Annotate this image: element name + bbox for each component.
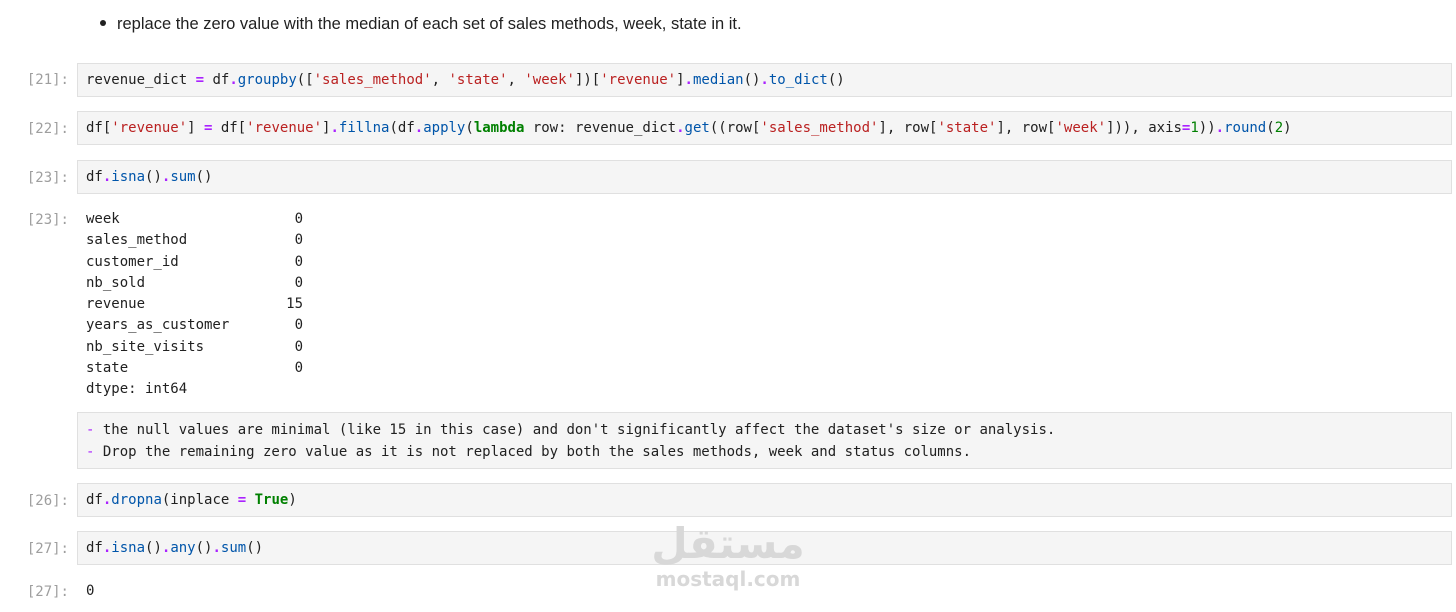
- output-row: week 0: [86, 211, 303, 227]
- cell-prompt-22: [22]:: [26, 121, 69, 137]
- cell-prompt-26: [26]:: [26, 493, 69, 509]
- output-prompt-23: [23]:: [26, 212, 69, 228]
- output-row: state 0: [86, 360, 303, 377]
- cell-prompt-23: [23]:: [26, 170, 69, 186]
- watermark-logo: مستقل mostaql.com: [648, 519, 808, 591]
- note-cell[interactable]: - the null values are minimal (like 15 i…: [77, 412, 1452, 469]
- output-row: nb_site_visits 0: [86, 338, 303, 355]
- bullet-dot: [100, 20, 106, 26]
- markdown-bullet: replace the zero value with the median o…: [100, 15, 742, 34]
- note-line-2: - Drop the remaining zero value as it is…: [86, 444, 972, 460]
- watermark-arabic: مستقل: [651, 519, 805, 568]
- output-row: customer_id 0: [86, 253, 303, 270]
- bullet-text: replace the zero value with the median o…: [117, 15, 742, 33]
- output-row: sales_method 0: [86, 232, 303, 249]
- cell-prompt-21: [21]:: [26, 72, 69, 88]
- output-row: revenue 15: [86, 296, 303, 313]
- output-27: 0: [86, 583, 95, 599]
- code-cell-21[interactable]: revenue_dict = df.groupby(['sales_method…: [77, 63, 1452, 97]
- output-23: week 0 sales_method 0 customer_id 0 nb_sold 0re…: [86, 209, 303, 401]
- output-prompt-27: [27]:: [26, 584, 69, 600]
- code-cell-26[interactable]: df.dropna(inplace = True): [77, 483, 1452, 517]
- output-dtype: dtype: int64: [86, 381, 188, 398]
- code-cell-22[interactable]: df['revenue'] = df['revenue'].fillna(df.…: [77, 111, 1452, 145]
- watermark-latin: mostaql.com: [655, 567, 801, 591]
- code-cell-23[interactable]: df.isna().sum(): [77, 160, 1452, 194]
- note-line-1: - the null values are minimal (like 15 i…: [86, 422, 1056, 438]
- cell-prompt-27: [27]:: [26, 541, 69, 557]
- output-row: years_as_customer 0: [86, 317, 303, 334]
- output-row: nb_sold 0: [86, 274, 303, 291]
